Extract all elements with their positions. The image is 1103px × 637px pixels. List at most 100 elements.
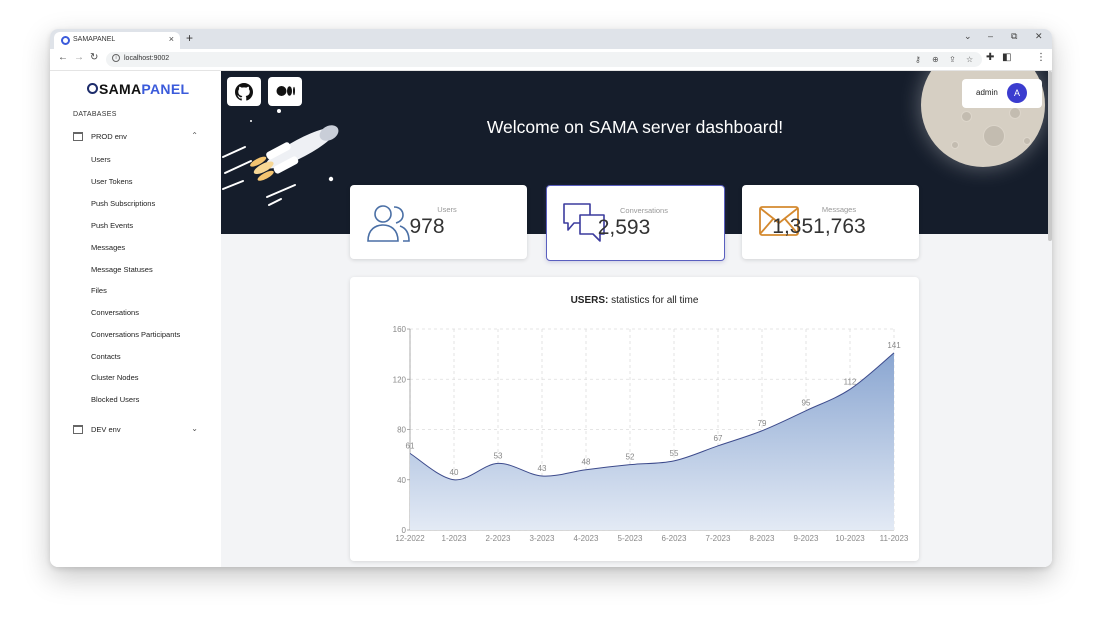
tab-title: SAMAPANEL	[73, 36, 116, 43]
browser-window: SAMAPANEL × + ⌄ – ⧉ ✕ ← → ↻ i localhost:…	[50, 29, 1052, 567]
share-icon[interactable]: ⇪	[949, 55, 956, 64]
reload-button[interactable]: ↻	[90, 52, 98, 63]
star-icon[interactable]: ☆	[966, 55, 973, 64]
x-tick-label: 8-2023	[750, 534, 775, 543]
logo-ring-icon	[87, 83, 98, 94]
env-label: PROD env	[91, 132, 127, 141]
sidebar: SAMAPANEL DATABASES PROD env ⌃ Users Use…	[50, 71, 221, 567]
stat-value: 2,593	[597, 216, 651, 239]
data-label: 43	[538, 464, 547, 473]
key-icon[interactable]: ⚷	[915, 55, 921, 64]
logo-prefix: SAMA	[99, 81, 142, 97]
y-tick-label: 80	[397, 426, 406, 435]
menu-icon[interactable]: ⋮	[1036, 52, 1046, 63]
x-tick-label: 4-2023	[574, 534, 599, 543]
data-label: 141	[887, 341, 901, 350]
x-tick-label: 12-2022	[395, 534, 425, 543]
zoom-icon[interactable]: ⊕	[932, 55, 939, 64]
site-info-icon[interactable]: i	[112, 54, 120, 62]
sidebar-item-cluster-nodes[interactable]: Cluster Nodes	[91, 373, 139, 382]
x-tick-label: 3-2023	[530, 534, 555, 543]
sidebar-item-push-events[interactable]: Push Events	[91, 221, 133, 230]
sidebar-item-message-statuses[interactable]: Message Statuses	[91, 265, 153, 274]
sidebar-item-conversations[interactable]: Conversations	[91, 308, 139, 317]
x-tick-label: 6-2023	[662, 534, 687, 543]
x-tick-label: 10-2023	[835, 534, 865, 543]
archive-icon	[73, 132, 83, 141]
data-label: 95	[802, 399, 811, 408]
x-tick-label: 1-2023	[442, 534, 467, 543]
extensions-icon[interactable]: ✚	[986, 52, 994, 63]
tab-close-icon[interactable]: ×	[169, 34, 174, 44]
x-tick-label: 7-2023	[706, 534, 731, 543]
address-bar[interactable]: i localhost:9002 ⚷ ⊕ ⇪ ☆	[106, 52, 982, 67]
env-prod[interactable]: PROD env ⌃	[73, 131, 198, 145]
sidebar-item-messages[interactable]: Messages	[91, 243, 125, 252]
y-tick-label: 120	[393, 375, 407, 384]
y-tick-label: 40	[397, 476, 406, 485]
stat-caption: Messages	[821, 205, 857, 214]
users-area-chart: 0408012016012-2022 1-2023 2-2023 3-2023 4-20…	[393, 325, 909, 543]
chevron-up-icon: ⌃	[191, 131, 198, 140]
chevron-down-icon: ⌄	[191, 424, 198, 433]
stat-card-users[interactable]: Users 978	[350, 185, 527, 259]
tab-search-icon[interactable]: ⌄	[964, 31, 972, 42]
sidebar-item-contacts[interactable]: Contacts	[91, 352, 121, 361]
env-label: DEV env	[91, 425, 121, 434]
x-tick-label: 5-2023	[618, 534, 643, 543]
stat-card-messages[interactable]: Messages 1,351,763	[742, 185, 919, 259]
data-label: 48	[582, 458, 591, 467]
minimize-button[interactable]: –	[988, 31, 993, 41]
main-content: Welcome on SAMA server dashboard! admin …	[221, 71, 1052, 567]
sidebar-item-conversations-participants[interactable]: Conversations Participants	[91, 330, 180, 339]
forward-button[interactable]: →	[74, 52, 84, 63]
url-text: localhost:9002	[124, 55, 170, 62]
data-label: 112	[844, 377, 857, 386]
data-label: 40	[450, 468, 459, 477]
stat-caption: Conversations	[620, 206, 668, 215]
sidebar-item-files[interactable]: Files	[91, 286, 107, 295]
sidebar-item-user-tokens[interactable]: User Tokens	[91, 177, 133, 186]
stat-value: 1,351,763	[772, 215, 866, 238]
data-label: 52	[626, 453, 635, 462]
data-label: 55	[670, 449, 679, 458]
databases-label: DATABASES	[73, 111, 117, 118]
scrollbar[interactable]	[1048, 71, 1052, 241]
sidebar-item-users[interactable]: Users	[91, 155, 111, 164]
x-tick-label: 9-2023	[794, 534, 819, 543]
welcome-heading: Welcome on SAMA server dashboard!	[486, 117, 784, 137]
stat-value: 978	[409, 215, 445, 238]
github-icon	[235, 83, 253, 101]
user-menu[interactable]: admin A	[962, 79, 1042, 108]
sidepanel-icon[interactable]: ◧	[1002, 52, 1011, 63]
medium-button[interactable]	[268, 77, 302, 106]
x-tick-label: 2-2023	[486, 534, 511, 543]
sidebar-item-blocked-users[interactable]: Blocked Users	[91, 395, 139, 404]
github-button[interactable]	[227, 77, 261, 106]
stat-caption: Users	[437, 205, 457, 214]
data-label: 67	[714, 434, 723, 443]
x-tick-label: 11-2023	[880, 534, 909, 543]
tab-strip: SAMAPANEL × + ⌄ – ⧉ ✕	[50, 29, 1052, 49]
sidebar-item-push-subscriptions[interactable]: Push Subscriptions	[91, 199, 155, 208]
browser-tab[interactable]: SAMAPANEL ×	[54, 32, 180, 49]
data-label: 53	[494, 451, 503, 460]
rocket-illustration	[222, 109, 339, 206]
back-button[interactable]: ←	[58, 52, 68, 63]
maximize-button[interactable]: ⧉	[1011, 31, 1017, 42]
user-name: admin	[976, 88, 998, 97]
stat-card-conversations[interactable]: Conversations 2,593	[546, 185, 725, 261]
archive-icon	[73, 425, 83, 434]
logo-suffix: PANEL	[141, 81, 190, 97]
users-chart-card: USERS: statistics for all time 0 40 80 120 1…	[350, 277, 919, 561]
new-tab-button[interactable]: +	[186, 31, 193, 45]
env-dev[interactable]: DEV env ⌄	[73, 424, 198, 438]
data-label: 79	[758, 419, 767, 428]
medium-icon	[276, 86, 295, 96]
close-window-button[interactable]: ✕	[1035, 31, 1043, 42]
y-tick-label: 160	[393, 325, 407, 334]
data-label: 61	[406, 441, 415, 450]
samapanel-favicon-icon	[61, 36, 70, 45]
browser-toolbar: ← → ↻ i localhost:9002 ⚷ ⊕ ⇪ ☆ ✚ ◧ ⋮	[50, 49, 1052, 71]
avatar: A	[1007, 83, 1027, 103]
